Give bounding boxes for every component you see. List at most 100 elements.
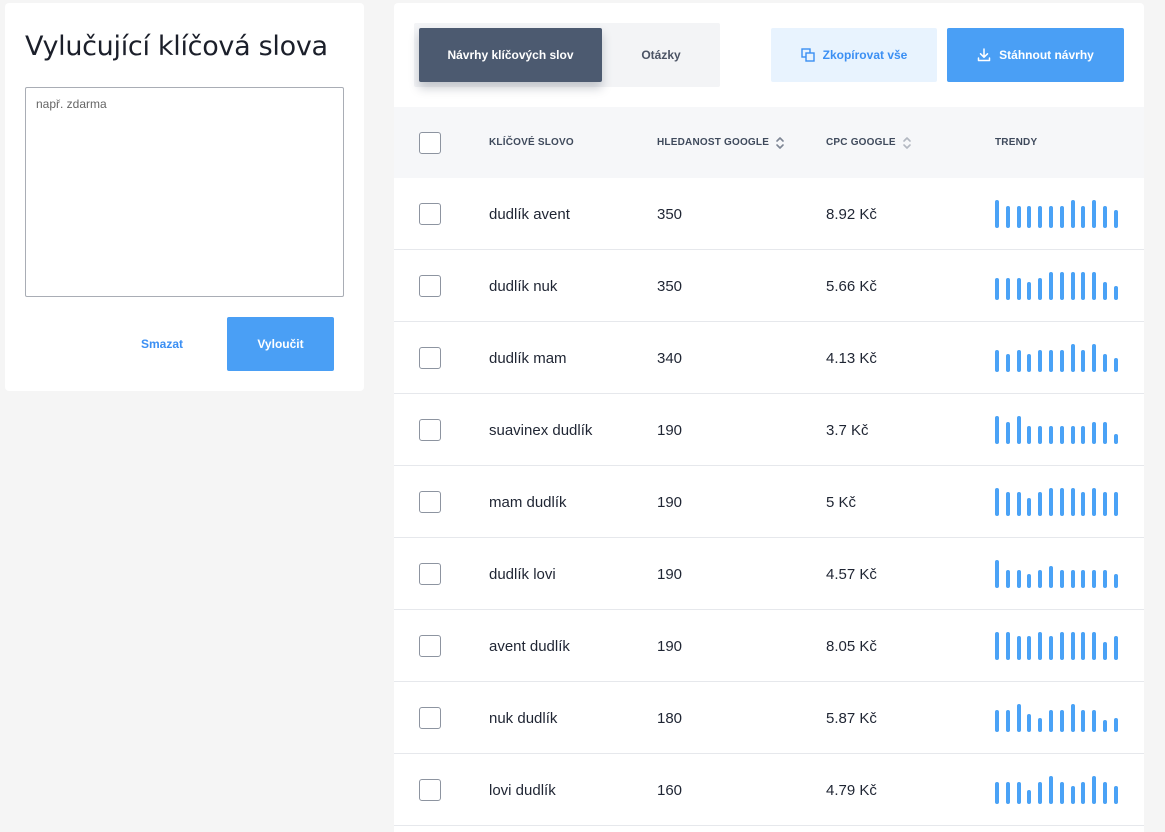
download-suggestions-button[interactable]: Stáhnout návrhy <box>947 28 1124 82</box>
trend-bar <box>1103 422 1107 444</box>
trend-bar <box>1081 492 1085 516</box>
trend-sparkline <box>995 754 1125 826</box>
trend-bar <box>1092 200 1096 228</box>
trend-bar <box>1092 632 1096 660</box>
trend-bar <box>1071 786 1075 804</box>
table-row: lovi dudlík 160 4.79 Kč <box>394 754 1144 826</box>
trend-bar <box>1081 782 1085 804</box>
row-checkbox[interactable] <box>419 347 441 369</box>
keyword-cell: dudlík mam <box>489 349 567 367</box>
trend-bar <box>1027 636 1031 660</box>
trend-bar <box>1006 632 1010 660</box>
trend-bar <box>1103 282 1107 300</box>
trend-bar <box>1092 272 1096 300</box>
trend-bar <box>1027 498 1031 516</box>
trend-bar <box>1027 714 1031 732</box>
trend-bar <box>995 560 999 588</box>
trend-sparkline <box>995 682 1125 754</box>
trend-bar <box>1060 350 1064 372</box>
trend-bar <box>1092 776 1096 804</box>
trend-bar <box>995 710 999 732</box>
table-header: KLÍČOVÉ SLOVO HLEDANOST GOOGLE CPC GOOGL… <box>394 107 1144 178</box>
trend-bar <box>1006 278 1010 300</box>
trend-sparkline <box>995 394 1125 466</box>
trend-bar <box>1049 488 1053 516</box>
cpc-cell: 5.66 Kč <box>826 277 877 295</box>
trend-bar <box>1017 416 1021 444</box>
column-header-trends: TRENDY <box>995 107 1037 178</box>
exclude-button[interactable]: Vyloučit <box>227 317 334 371</box>
row-checkbox[interactable] <box>419 491 441 513</box>
trend-bar <box>1006 782 1010 804</box>
sort-icon[interactable] <box>775 135 785 151</box>
search-volume-cell: 350 <box>657 277 683 295</box>
trend-bar <box>995 416 999 444</box>
cpc-cell: 5 Kč <box>826 493 857 511</box>
tab-keyword-suggestions[interactable]: Návrhy klíčových slov <box>419 28 602 82</box>
trend-bar <box>1060 488 1064 516</box>
trend-bar <box>995 782 999 804</box>
trend-bar <box>1092 344 1096 372</box>
search-volume-cell: 180 <box>657 709 683 727</box>
row-checkbox[interactable] <box>419 779 441 801</box>
trend-bar <box>1006 206 1010 228</box>
exclude-keywords-input[interactable] <box>25 87 344 297</box>
trend-bar <box>1027 282 1031 300</box>
cpc-cell: 5.87 Kč <box>826 709 877 727</box>
tab-group: Návrhy klíčových slov Otázky <box>414 23 720 87</box>
trend-bar <box>1114 786 1118 804</box>
trend-bar <box>1114 358 1118 372</box>
trend-sparkline <box>995 610 1125 682</box>
trend-bar <box>1081 632 1085 660</box>
cpc-cell: 4.57 Kč <box>826 565 877 583</box>
trend-sparkline <box>995 322 1125 394</box>
trend-sparkline <box>995 466 1125 538</box>
tab-questions[interactable]: Otázky <box>606 28 716 82</box>
column-header-cpc[interactable]: CPC GOOGLE <box>826 107 912 178</box>
trend-bar <box>1103 354 1107 372</box>
trend-bar <box>1071 200 1075 228</box>
keyword-cell: mam dudlík <box>489 493 567 511</box>
cpc-cell: 4.13 Kč <box>826 349 877 367</box>
cpc-cell: 3.7 Kč <box>826 421 869 439</box>
exclude-keywords-title: Vylučující klíčová slova <box>25 31 328 62</box>
trend-bar <box>1049 272 1053 300</box>
row-checkbox[interactable] <box>419 707 441 729</box>
keyword-cell: dudlík avent <box>489 205 570 223</box>
trend-sparkline <box>995 250 1125 322</box>
column-header-volume[interactable]: HLEDANOST GOOGLE <box>657 107 785 178</box>
select-all-checkbox[interactable] <box>419 132 441 154</box>
trend-bar <box>1038 206 1042 228</box>
trend-bar <box>1038 632 1042 660</box>
trend-bar <box>995 278 999 300</box>
trend-bar <box>1027 206 1031 228</box>
search-volume-cell: 190 <box>657 493 683 511</box>
row-checkbox[interactable] <box>419 635 441 657</box>
clear-button[interactable]: Smazat <box>125 317 199 371</box>
trend-bar <box>1027 790 1031 804</box>
trend-bar <box>1103 206 1107 228</box>
trend-bar <box>1103 720 1107 732</box>
column-header-volume-label: HLEDANOST GOOGLE <box>657 137 770 148</box>
trend-sparkline <box>995 538 1125 610</box>
keyword-suggestions-panel: Návrhy klíčových slov Otázky Zkopírovat … <box>394 3 1144 832</box>
trend-bar <box>1017 570 1021 588</box>
row-checkbox[interactable] <box>419 419 441 441</box>
trend-bar <box>1038 350 1042 372</box>
row-checkbox[interactable] <box>419 203 441 225</box>
trend-bar <box>1081 426 1085 444</box>
trend-bar <box>1071 488 1075 516</box>
trend-bar <box>1038 492 1042 516</box>
row-checkbox[interactable] <box>419 563 441 585</box>
trend-bar <box>1103 570 1107 588</box>
trend-bar <box>1027 574 1031 588</box>
row-checkbox[interactable] <box>419 275 441 297</box>
trend-bar <box>1017 704 1021 732</box>
trend-bar <box>1017 492 1021 516</box>
cpc-cell: 8.05 Kč <box>826 637 877 655</box>
column-header-trends-label: TRENDY <box>995 137 1038 148</box>
trend-bar <box>1071 632 1075 660</box>
download-suggestions-label: Stáhnout návrhy <box>999 48 1094 62</box>
copy-all-button[interactable]: Zkopírovat vše <box>771 28 937 82</box>
sort-icon[interactable] <box>902 135 912 151</box>
